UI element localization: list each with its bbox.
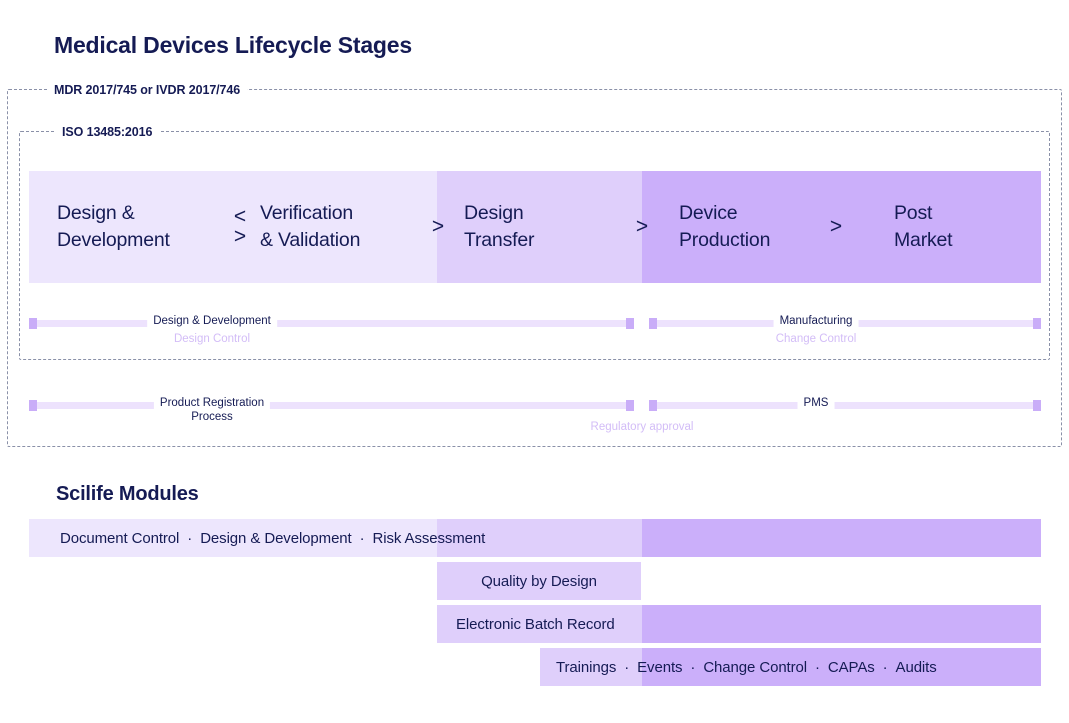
frame-label-iso: ISO 13485:2016 bbox=[55, 125, 160, 139]
module-separator: · bbox=[359, 529, 365, 547]
stage-label: Design Transfer bbox=[464, 202, 535, 251]
span-bar-cap bbox=[626, 400, 634, 411]
span-bar-cap bbox=[1033, 318, 1041, 329]
span-bar-cap bbox=[29, 318, 37, 329]
arrow-forward-icon: > bbox=[431, 215, 445, 239]
span-bar-cap bbox=[29, 400, 37, 411]
module-item[interactable]: Electronic Batch Record bbox=[456, 616, 615, 633]
module-separator: · bbox=[187, 529, 193, 547]
module-segment-dark bbox=[642, 605, 1041, 643]
module-row[interactable]: Quality by Design bbox=[437, 562, 641, 600]
module-row[interactable]: Document Control · Design & Development … bbox=[29, 519, 1069, 557]
module-segment-dark bbox=[642, 519, 1041, 557]
stage-verification-validation[interactable]: Verification & Validation bbox=[260, 171, 360, 283]
lifecycle-stage-band: Design & Development < > Verification & … bbox=[29, 171, 1041, 283]
module-item[interactable]: Audits bbox=[896, 659, 937, 676]
page-title: Medical Devices Lifecycle Stages bbox=[54, 32, 412, 58]
span-bar-row-design-manufacturing: Design & Development Design Control Manu… bbox=[29, 312, 1041, 354]
span-bar-label: Manufacturing bbox=[773, 314, 859, 329]
module-row[interactable]: Trainings · Events · Change Control · CA… bbox=[540, 648, 1057, 686]
stage-label: Device Production bbox=[679, 202, 771, 251]
stage-design-development[interactable]: Design & Development bbox=[57, 171, 170, 283]
module-separator: · bbox=[690, 658, 696, 676]
span-bar-junction-sublabel: Regulatory approval bbox=[590, 421, 694, 433]
span-bar-track bbox=[649, 402, 1041, 409]
stage-label: Design & Development bbox=[57, 202, 170, 251]
module-item[interactable]: CAPAs bbox=[828, 659, 875, 676]
stage-device-production[interactable]: Device Production bbox=[679, 171, 770, 283]
span-bar-sublabel: Change Control bbox=[775, 333, 857, 345]
stage-label: Post Market bbox=[894, 202, 953, 251]
stage-post-market[interactable]: Post Market bbox=[894, 171, 953, 283]
span-bar-cap bbox=[649, 318, 657, 329]
span-bar-track bbox=[29, 402, 634, 409]
stage-label: Verification & Validation bbox=[260, 202, 361, 251]
module-item[interactable]: Design & Development bbox=[200, 530, 352, 547]
module-item[interactable]: Change Control bbox=[703, 659, 807, 676]
module-item[interactable]: Trainings bbox=[556, 659, 616, 676]
span-bar-row-registration-pms: Product Registration Process PMS Regulat… bbox=[29, 394, 1041, 436]
span-bar-sublabel: Design Control bbox=[173, 333, 251, 345]
span-bar-cap bbox=[1033, 400, 1041, 411]
module-item[interactable]: Document Control bbox=[60, 530, 179, 547]
span-bar-cap bbox=[626, 318, 634, 329]
span-bar-label: Design & Development bbox=[147, 314, 277, 329]
span-bar-track bbox=[29, 320, 634, 327]
module-item[interactable]: Risk Assessment bbox=[373, 530, 486, 547]
module-separator: · bbox=[882, 658, 888, 676]
arrow-forward-icon: > bbox=[635, 215, 649, 239]
section-title-scilife-modules: Scilife Modules bbox=[56, 483, 199, 505]
frame-label-mdr: MDR 2017/745 or IVDR 2017/746 bbox=[47, 83, 248, 97]
module-item[interactable]: Events bbox=[637, 659, 682, 676]
module-separator: · bbox=[815, 658, 820, 676]
module-separator: · bbox=[624, 658, 630, 676]
stage-design-transfer[interactable]: Design Transfer bbox=[464, 171, 534, 283]
arrow-left-icon: < bbox=[233, 205, 247, 229]
module-item[interactable]: Quality by Design bbox=[481, 573, 597, 590]
module-row[interactable]: Electronic Batch Record bbox=[437, 605, 1060, 643]
span-bar-label: PMS bbox=[797, 396, 835, 411]
span-bar-label: Product Registration Process bbox=[153, 396, 271, 425]
arrow-bidirectional-icon: < > bbox=[225, 171, 255, 283]
span-bar-cap bbox=[649, 400, 657, 411]
arrow-right-icon: > bbox=[233, 225, 247, 248]
arrow-forward-icon: > bbox=[829, 215, 843, 239]
